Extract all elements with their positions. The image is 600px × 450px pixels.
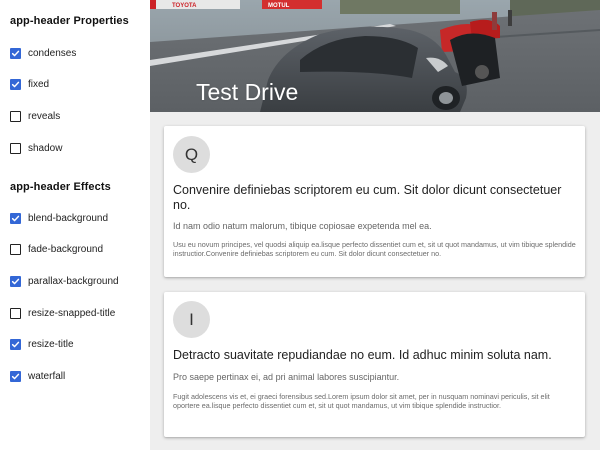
option-label: reveals — [28, 110, 61, 122]
checkbox-reveals[interactable] — [10, 110, 21, 122]
checkbox-fixed[interactable] — [10, 79, 21, 91]
effects-section-title: app-header Effects — [10, 181, 111, 193]
card-title: Convenire definiebas scriptorem eu cum. … — [173, 183, 562, 212]
settings-sidebar: app-header Properties condenses fixed reve… — [0, 0, 150, 450]
checkbox-condenses[interactable] — [10, 47, 21, 59]
card-avatar: I — [173, 301, 210, 338]
content-card: I Detracto suavitate repudiandae no eum.… — [164, 292, 585, 437]
checkbox-resize-snapped-title[interactable] — [10, 307, 21, 319]
properties-section-title: app-header Properties — [10, 15, 129, 27]
content-card: Q Convenire definiebas scriptorem eu cum… — [164, 126, 585, 277]
option-waterfall[interactable]: waterfall — [10, 370, 65, 384]
main-content[interactable]: TOYOTA MOTUL Test Drive Q Convenire defi… — [150, 0, 600, 450]
option-label: parallax-background — [28, 275, 119, 287]
option-shadow[interactable]: shadow — [10, 141, 62, 155]
card-title: Detracto suavitate repudiandae no eum. I… — [173, 348, 552, 362]
card-lead-text: Id nam odio natum malorum, tibique copio… — [173, 221, 432, 231]
checkbox-resize-title[interactable] — [10, 339, 21, 351]
card-avatar: Q — [173, 136, 210, 173]
checkmark-icon — [11, 341, 20, 348]
app-header: TOYOTA MOTUL Test Drive — [150, 0, 600, 112]
checkbox-parallax-background[interactable] — [10, 275, 21, 287]
card-body-text: Usu eu novum principes, vel quodsi aliqu… — [173, 240, 576, 259]
option-condenses[interactable]: condenses — [10, 46, 76, 60]
option-blend-background[interactable]: blend-background — [10, 211, 108, 225]
option-label: shadow — [28, 142, 63, 154]
card-body-text: Fugit adolescens vis et, ei graeci foren… — [173, 392, 550, 411]
checkmark-icon — [11, 50, 20, 56]
card-lead-text: Pro saepe pertinax ei, ad pri animal lab… — [173, 372, 400, 382]
option-reveals[interactable]: reveals — [10, 109, 60, 123]
option-label: resize-snapped-title — [28, 307, 116, 319]
option-resize-snapped-title[interactable]: resize-snapped-title — [10, 306, 115, 320]
option-label: waterfall — [28, 371, 66, 382]
checkmark-icon — [11, 373, 20, 380]
option-resize-title[interactable]: resize-title — [10, 338, 74, 352]
checkmark-icon — [11, 215, 20, 221]
checkbox-shadow[interactable] — [10, 142, 21, 154]
header-title: Test Drive — [196, 79, 299, 105]
banner-sign-left: TOYOTA — [172, 3, 197, 9]
banner-sign-mid: MOTUL — [268, 3, 290, 9]
option-label: fixed — [28, 79, 50, 91]
checkmark-icon — [11, 278, 20, 285]
option-parallax-background[interactable]: parallax-background — [10, 274, 119, 288]
checkmark-icon — [11, 81, 20, 88]
option-fade-background[interactable]: fade-background — [10, 243, 103, 257]
option-label: condenses — [28, 47, 77, 59]
checkbox-blend-background[interactable] — [10, 212, 21, 224]
option-fixed[interactable]: fixed — [10, 78, 49, 92]
checkbox-waterfall[interactable] — [10, 371, 21, 382]
checkbox-fade-background[interactable] — [10, 244, 21, 256]
option-label: resize-title — [28, 339, 74, 351]
option-label: fade-background — [28, 244, 104, 256]
option-label: blend-background — [28, 212, 109, 224]
